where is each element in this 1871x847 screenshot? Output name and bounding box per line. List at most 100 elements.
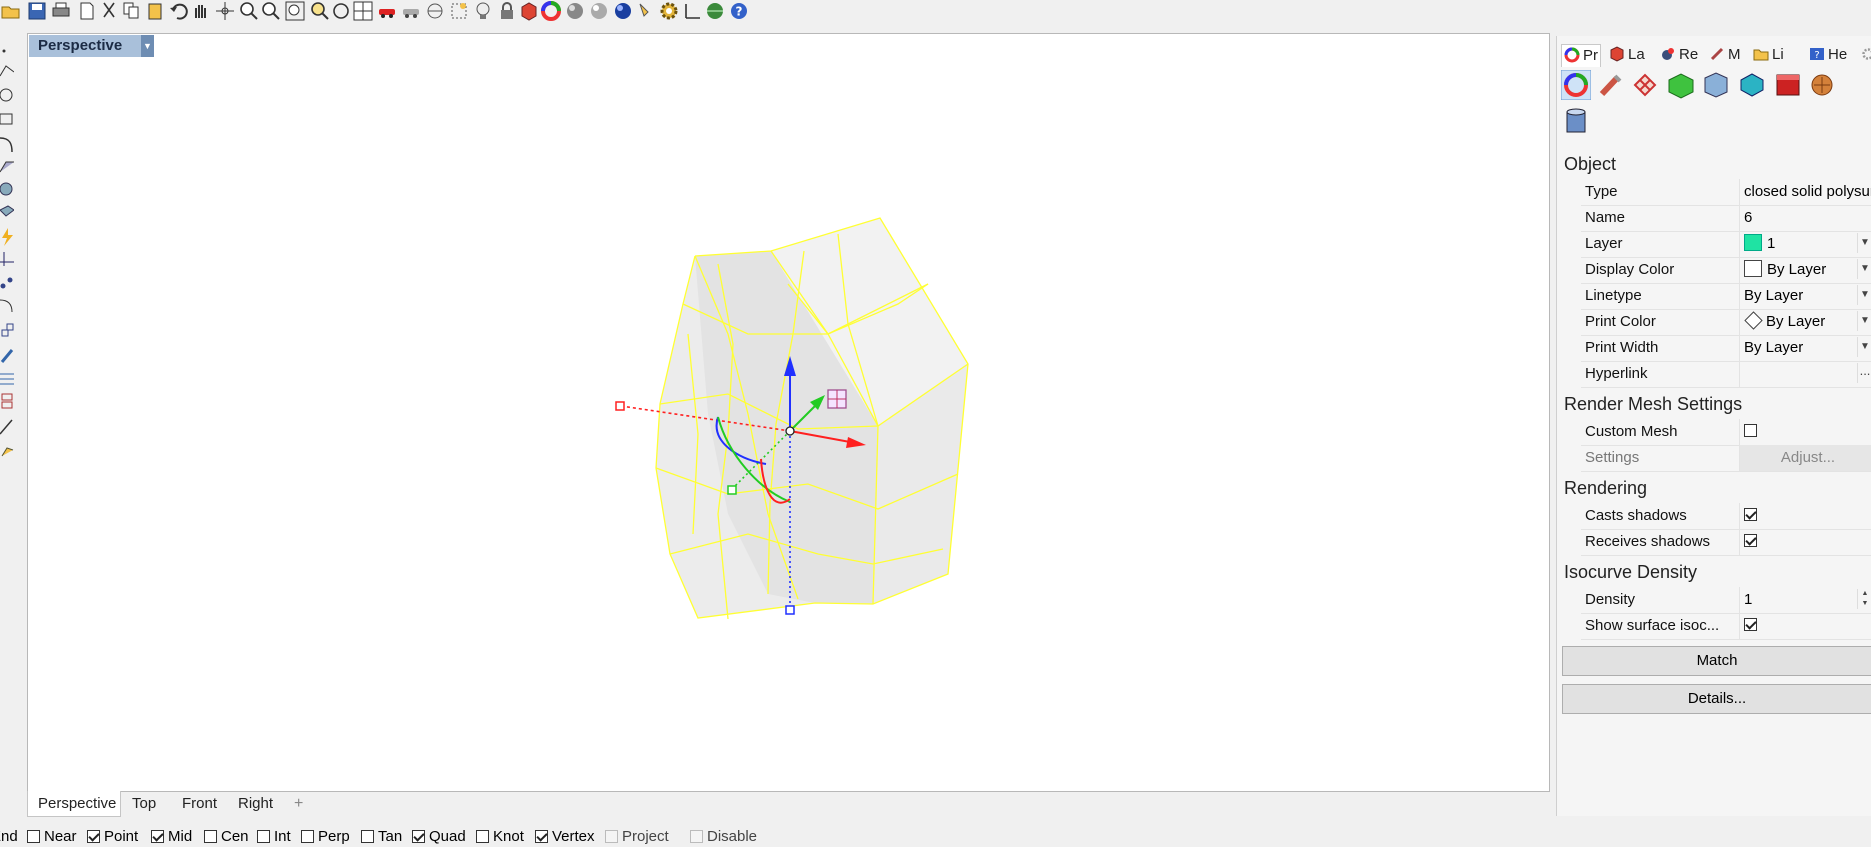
globe-icon[interactable] bbox=[704, 0, 726, 22]
hyperlink-browse-button[interactable]: ... bbox=[1857, 363, 1871, 383]
tab-top[interactable]: Top bbox=[122, 791, 166, 817]
tab-materials[interactable]: M bbox=[1709, 44, 1741, 66]
block-icon[interactable] bbox=[0, 370, 14, 388]
osnap-quad-checkbox[interactable] bbox=[412, 830, 425, 843]
lightning-icon[interactable] bbox=[0, 228, 14, 246]
edge-softening-icon[interactable] bbox=[1807, 70, 1837, 100]
gumball-z-scale-handle[interactable] bbox=[785, 605, 795, 615]
zoom-icon[interactable] bbox=[238, 0, 260, 22]
cut-icon[interactable] bbox=[98, 0, 120, 22]
undo-icon[interactable] bbox=[168, 0, 190, 22]
osnap-tan[interactable]: Tan bbox=[361, 828, 402, 846]
osnap-end[interactable]: End bbox=[0, 828, 18, 846]
fillet-icon[interactable] bbox=[0, 298, 14, 316]
panel-settings-gear-icon[interactable] bbox=[1861, 47, 1871, 61]
mesh-icon[interactable] bbox=[0, 204, 14, 222]
osnap-disable-checkbox[interactable] bbox=[690, 830, 703, 843]
tab-libraries[interactable]: Li bbox=[1753, 44, 1784, 66]
osnap-mid[interactable]: Mid bbox=[151, 828, 192, 846]
display-color-dropdown-chevron-icon[interactable]: ▼ bbox=[1857, 259, 1871, 279]
print-width-select[interactable]: By Layer bbox=[1739, 335, 1871, 361]
curve-icon[interactable] bbox=[0, 134, 14, 152]
curve-piping-icon[interactable] bbox=[1561, 106, 1591, 136]
osnap-disable[interactable]: Disable bbox=[690, 828, 757, 846]
undo-view-icon[interactable] bbox=[330, 0, 352, 22]
gumball-y-scale-handle[interactable] bbox=[727, 485, 737, 495]
named-view-icon[interactable] bbox=[424, 0, 446, 22]
copy-icon[interactable] bbox=[120, 0, 142, 22]
gumball-origin[interactable] bbox=[785, 426, 795, 436]
tab-properties[interactable]: Pr bbox=[1561, 44, 1601, 67]
density-input[interactable]: 1 bbox=[1739, 587, 1871, 613]
point-icon[interactable] bbox=[0, 42, 14, 60]
solid-sphere-icon[interactable] bbox=[0, 180, 14, 198]
options-gear-icon[interactable] bbox=[658, 0, 680, 22]
hyperlink-field[interactable] bbox=[1739, 361, 1871, 387]
osnap-vertex[interactable]: Vertex bbox=[535, 828, 595, 846]
tab-right[interactable]: Right bbox=[228, 791, 283, 817]
line-icon[interactable] bbox=[0, 418, 14, 436]
texture-mapping-icon[interactable] bbox=[1701, 70, 1731, 100]
dimension-icon[interactable] bbox=[0, 250, 14, 268]
osnap-mid-checkbox[interactable] bbox=[151, 830, 164, 843]
name-field[interactable]: 6 bbox=[1739, 205, 1871, 231]
select-objects-icon[interactable] bbox=[448, 0, 470, 22]
show-isocurves-checkbox[interactable] bbox=[1744, 618, 1757, 631]
print-icon[interactable] bbox=[50, 0, 72, 22]
layer-select[interactable]: 1 bbox=[1739, 231, 1871, 257]
osnap-project[interactable]: Project bbox=[605, 828, 669, 846]
custom-mesh-checkbox[interactable] bbox=[1744, 424, 1757, 437]
displacement-icon[interactable] bbox=[1666, 70, 1696, 100]
zoom-extents-icon[interactable] bbox=[284, 0, 306, 22]
linetype-dropdown-chevron-icon[interactable]: ▼ bbox=[1857, 285, 1871, 305]
osnap-vertex-checkbox[interactable] bbox=[535, 830, 548, 843]
circle-icon[interactable] bbox=[0, 86, 14, 104]
help-icon[interactable]: ? bbox=[728, 0, 750, 22]
osnap-near[interactable]: Near bbox=[27, 828, 77, 846]
rendered-sphere-icon[interactable] bbox=[588, 0, 610, 22]
save-icon[interactable] bbox=[26, 0, 48, 22]
density-stepper[interactable]: ▲ ▼ bbox=[1857, 589, 1871, 609]
osnap-project-checkbox[interactable] bbox=[605, 830, 618, 843]
analyze-icon[interactable] bbox=[0, 346, 14, 364]
open-folder-icon[interactable] bbox=[0, 0, 22, 22]
pan-hand-icon[interactable] bbox=[190, 0, 212, 22]
osnap-point[interactable]: Point bbox=[87, 828, 138, 846]
tab-help[interactable]: ? He bbox=[1809, 44, 1847, 66]
layer-dropdown-chevron-icon[interactable]: ▼ bbox=[1857, 233, 1871, 253]
rotate-view-icon[interactable] bbox=[214, 0, 236, 22]
linetype-select[interactable]: By Layer bbox=[1739, 283, 1871, 309]
viewport-menu-dropdown[interactable]: ▼ bbox=[141, 35, 154, 57]
tab-render[interactable]: Re bbox=[1660, 44, 1698, 66]
lock-icon[interactable] bbox=[496, 0, 518, 22]
viewport-title[interactable]: Perspective bbox=[29, 35, 141, 57]
osnap-tan-checkbox[interactable] bbox=[361, 830, 374, 843]
details-button[interactable]: Details... bbox=[1562, 684, 1871, 714]
osnap-near-checkbox[interactable] bbox=[27, 830, 40, 843]
zoom-window-icon[interactable] bbox=[260, 0, 282, 22]
print-color-select[interactable]: By Layer bbox=[1739, 309, 1871, 335]
paste-icon[interactable] bbox=[144, 0, 166, 22]
polysurface-object[interactable] bbox=[655, 217, 969, 620]
receives-shadows-checkbox[interactable] bbox=[1744, 534, 1757, 547]
osnap-quad[interactable]: Quad bbox=[412, 828, 466, 846]
osnap-knot-checkbox[interactable] bbox=[476, 830, 489, 843]
car-icon[interactable] bbox=[376, 0, 398, 22]
gumball-plane-handle[interactable] bbox=[827, 389, 847, 409]
osnap-perp-checkbox[interactable] bbox=[301, 830, 314, 843]
new-file-icon[interactable] bbox=[76, 0, 98, 22]
adjust-button[interactable]: Adjust... bbox=[1739, 445, 1871, 471]
osnap-int[interactable]: Int bbox=[257, 828, 291, 846]
osnap-cen-checkbox[interactable] bbox=[204, 830, 217, 843]
gumball-icon[interactable] bbox=[682, 0, 704, 22]
polyline-icon[interactable] bbox=[0, 62, 14, 80]
array-icon[interactable] bbox=[0, 392, 14, 410]
add-tab-icon[interactable]: + bbox=[284, 791, 313, 817]
object-properties-icon[interactable] bbox=[1561, 70, 1591, 100]
print-width-dropdown-chevron-icon[interactable]: ▼ bbox=[1857, 337, 1871, 357]
tab-front[interactable]: Front bbox=[172, 791, 227, 817]
color-wheel-icon[interactable] bbox=[540, 0, 562, 22]
casts-shadows-checkbox[interactable] bbox=[1744, 508, 1757, 521]
decal-icon[interactable] bbox=[1630, 70, 1660, 100]
layer-red-box-icon[interactable] bbox=[518, 0, 540, 22]
